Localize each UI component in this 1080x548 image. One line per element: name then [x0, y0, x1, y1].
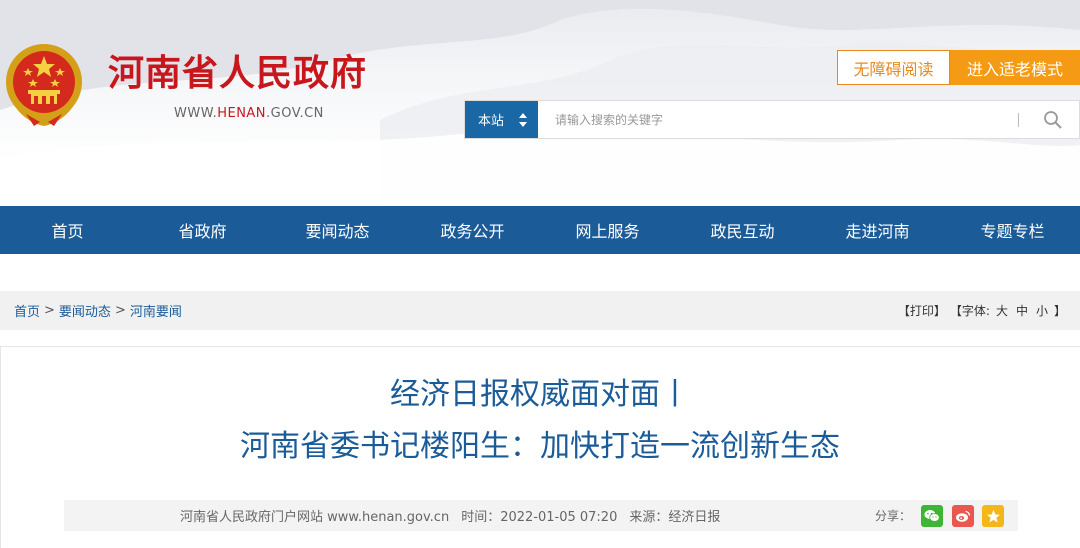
font-size-label-close: 】 — [1053, 304, 1066, 318]
site-url-highlight: HENAN — [217, 106, 267, 121]
breadcrumb-henan-news[interactable]: 河南要闻 — [130, 301, 182, 320]
search-icon[interactable] — [1043, 110, 1063, 130]
page-tools: 【打印】 【字体: 大 中 小 】 — [896, 291, 1068, 330]
font-size-medium-button[interactable]: 中 — [1016, 302, 1028, 319]
search-input[interactable] — [555, 109, 975, 131]
main-nav: 首页 省政府 要闻动态 政务公开 网上服务 政民互动 走进河南 专题专栏 — [0, 206, 1080, 254]
search-scope-select[interactable]: 本站 — [465, 101, 538, 138]
font-size-small-button[interactable]: 小 — [1036, 302, 1048, 319]
article-title-line-2: 河南省委书记楼阳生：加快打造一流创新生态 — [240, 429, 840, 464]
print-button[interactable]: 【打印】 — [898, 302, 946, 319]
search-scope-label: 本站 — [478, 114, 505, 129]
site-url-suffix: .GOV.CN — [266, 106, 324, 121]
search-box: 本站 — [464, 100, 1080, 139]
nav-item-provincial-government[interactable]: 省政府 — [135, 206, 270, 254]
wechat-glyph — [924, 510, 940, 522]
site-title: 河南省人民政府 — [108, 53, 368, 94]
qzone-icon[interactable] — [982, 505, 1004, 527]
article-meta: 河南省人民政府门户网站 www.henan.gov.cn 时间：2022-01-… — [180, 500, 732, 531]
weibo-glyph — [956, 510, 971, 522]
nav-item-government-affairs[interactable]: 政务公开 — [405, 206, 540, 254]
article-title-line-1: 经济日报权威面对面丨 — [390, 377, 690, 412]
site-url: WWW.HENAN.GOV.CN — [174, 106, 324, 121]
nav-item-home[interactable]: 首页 — [0, 206, 135, 254]
meta-source: 来源：经济日报 — [629, 510, 721, 525]
qzone-star-glyph — [986, 509, 1000, 522]
font-size-large-button[interactable]: 大 — [996, 302, 1008, 319]
nav-item-special-topics[interactable]: 专题专栏 — [945, 206, 1080, 254]
accessibility-reading-button[interactable]: 无障碍阅读 — [837, 50, 950, 85]
search-divider — [1018, 113, 1019, 127]
breadcrumb-separator: > — [114, 303, 126, 318]
nav-item-interaction[interactable]: 政民互动 — [675, 206, 810, 254]
meta-site: 河南省人民政府门户网站 www.henan.gov.cn — [180, 510, 450, 525]
article-meta-bar: 河南省人民政府门户网站 www.henan.gov.cn 时间：2022-01-… — [64, 500, 1018, 531]
nav-item-online-services[interactable]: 网上服务 — [540, 206, 675, 254]
updown-arrows-icon — [519, 113, 527, 127]
font-size-label: 【字体: — [949, 304, 990, 318]
nav-item-news[interactable]: 要闻动态 — [270, 206, 405, 254]
national-emblem-icon — [6, 44, 82, 126]
breadcrumb-separator: > — [44, 303, 55, 318]
share-label: 分享： — [875, 509, 912, 523]
breadcrumb-bar: 首页 > 要闻动态 > 河南要闻 【打印】 【字体: 大 中 小 】 — [0, 291, 1080, 330]
wechat-icon[interactable] — [921, 505, 943, 527]
meta-time: 时间：2022-01-05 07:20 — [461, 510, 618, 525]
site-header: 河南省人民政府 WWW.HENAN.GOV.CN 无障碍阅读 进入适老模式 本站 — [0, 0, 1080, 206]
elder-mode-button[interactable]: 进入适老模式 — [950, 50, 1080, 85]
breadcrumb-home[interactable]: 首页 — [14, 301, 40, 320]
site-url-prefix: WWW. — [174, 106, 218, 121]
weibo-icon[interactable] — [952, 505, 974, 527]
breadcrumb: 首页 > 要闻动态 > 河南要闻 — [14, 291, 182, 330]
nav-item-about-henan[interactable]: 走进河南 — [810, 206, 945, 254]
breadcrumb-news[interactable]: 要闻动态 — [59, 301, 111, 320]
